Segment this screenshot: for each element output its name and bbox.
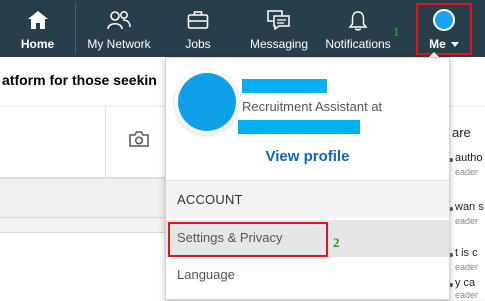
section-account: ACCOUNT: [166, 181, 449, 218]
camera-icon[interactable]: [128, 130, 150, 153]
nav-my-network[interactable]: My Network: [76, 0, 162, 57]
menu-item-language[interactable]: Language: [166, 257, 449, 293]
view-profile-link[interactable]: View profile: [166, 148, 449, 165]
nav-notifications-label: Notifications: [325, 37, 391, 51]
news-item-title[interactable]: t is c: [455, 247, 478, 259]
home-icon: [27, 10, 49, 35]
section-account-label: ACCOUNT: [177, 192, 243, 207]
briefcase-icon: [187, 10, 209, 35]
nav-home[interactable]: Home: [0, 0, 75, 59]
news-item-sub: eader: [455, 167, 479, 177]
nav-messaging[interactable]: Messaging: [244, 0, 314, 57]
annotation-number-1: 1: [393, 24, 400, 39]
top-nav: Home My Network Jobs Messaging Notificat…: [0, 0, 485, 59]
network-icon: [107, 10, 131, 35]
nav-jobs-label: Jobs: [185, 37, 211, 51]
page-headline[interactable]: atform for those seekin: [2, 72, 157, 88]
nav-my-network-label: My Network: [87, 37, 151, 51]
redacted-name: [242, 79, 327, 93]
nav-home-label: Home: [20, 37, 55, 51]
news-item-title[interactable]: autho: [455, 152, 483, 164]
profile-avatar[interactable]: [178, 73, 236, 131]
news-item-sub: eader: [455, 262, 479, 272]
news-item-title[interactable]: y ca: [455, 277, 475, 289]
messaging-icon: [267, 10, 291, 35]
annotation-box-settings: [168, 222, 328, 257]
news-item-title[interactable]: wan s: [455, 201, 484, 213]
profile-role: Recruitment Assistant at: [242, 99, 383, 114]
bell-icon: [348, 10, 368, 36]
nav-jobs[interactable]: Jobs: [170, 0, 226, 57]
feed-divider-bar: [0, 178, 165, 218]
redacted-company: [238, 120, 360, 134]
nav-notifications[interactable]: Notifications: [318, 0, 398, 57]
feed-card: [0, 232, 165, 301]
news-item-sub: eader: [455, 216, 479, 226]
annotation-box-me: [416, 3, 472, 55]
annotation-number-2: 2: [333, 235, 340, 250]
news-item-sub: eader: [455, 290, 479, 300]
menu-item-label: Language: [177, 267, 235, 282]
nav-messaging-label: Messaging: [249, 37, 309, 51]
right-panel-heading: are: [452, 125, 471, 140]
